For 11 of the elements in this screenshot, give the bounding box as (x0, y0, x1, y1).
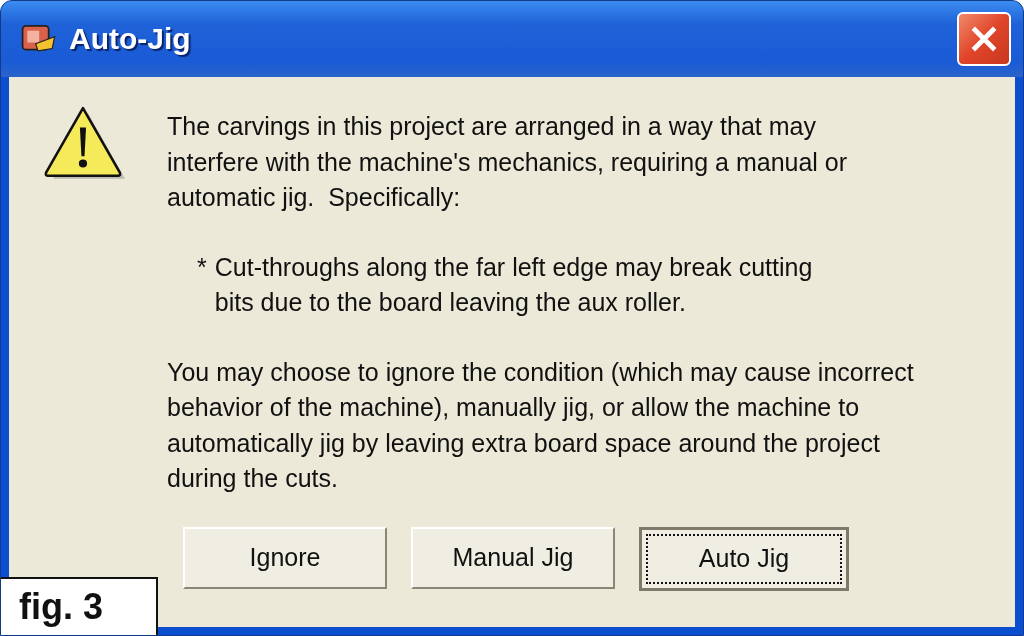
bullet-marker: * (197, 251, 207, 283)
bullet-text: Cut-throughs along the far left edge may break cutting bits due to the board leaving the aux roller. (214, 251, 813, 318)
close-button[interactable] (957, 12, 1011, 66)
figure-label: fig. 3 (1, 577, 158, 635)
window-title: Auto-Jig (69, 22, 191, 56)
close-icon (969, 24, 999, 54)
message-text: The carvings in this project are arranged in a way that may interfere with the machine's mechanics, requiring a manual or automatic jig. Specifically: (167, 111, 849, 213)
message-text: You may choose to ignore the condition (which may cause incorrect behavior of the machine), manually jig, or allow the machine to automatically jig by leaving extra board space around the project during the cuts. (167, 356, 914, 494)
dialog-button[interactable]: Ignore (183, 526, 387, 589)
dialog-button[interactable]: Manual Jig (411, 526, 615, 589)
dialog-button[interactable]: Auto Jig (639, 526, 849, 591)
